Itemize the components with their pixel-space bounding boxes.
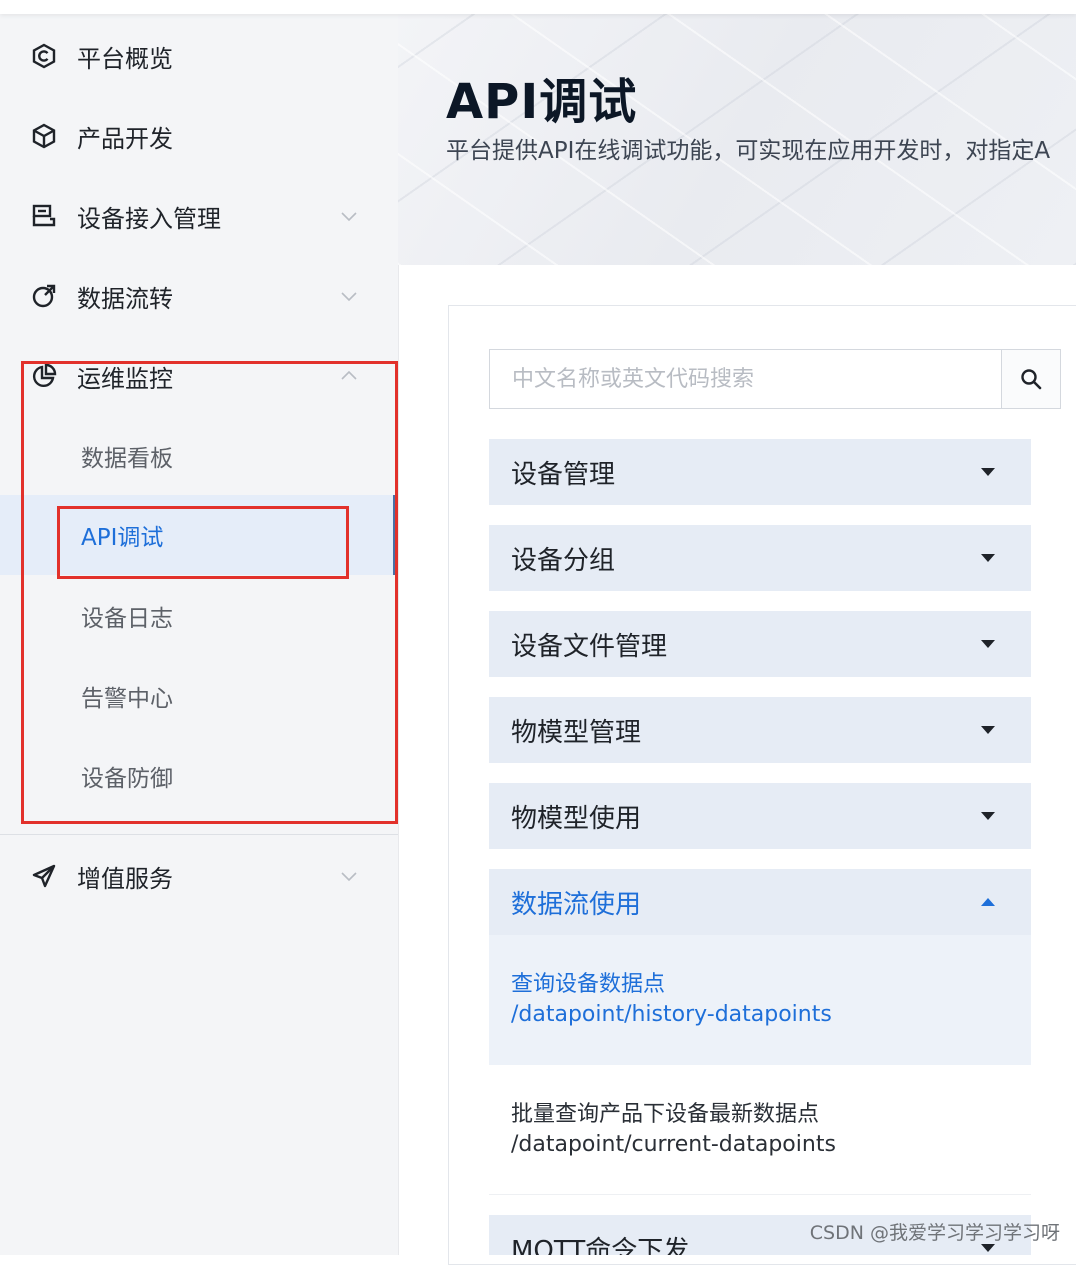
category-device-management[interactable]: 设备管理 (489, 439, 1031, 505)
category-label: 物模型使用 (511, 804, 642, 834)
search-icon (1021, 369, 1042, 390)
api-name: 查询设备数据点 (511, 972, 666, 997)
page-header: API调试 平台提供API在线调试功能，可实现在应用开发时，对指定A (398, 14, 1076, 265)
search-box (489, 349, 1061, 409)
sidebar-item-ops-monitoring[interactable]: 运维监控 (0, 336, 398, 416)
sidebar-divider (0, 834, 398, 835)
page-title: API调试 (446, 74, 638, 130)
sidebar-subitem-label: 数据看板 (81, 446, 173, 472)
chevron-down-icon (341, 872, 357, 882)
chevron-down-icon (341, 212, 357, 222)
paper-plane-icon (30, 862, 58, 890)
sidebar-subitem-label: 设备防御 (81, 766, 173, 792)
category-label: MQTT命令下发 (511, 1236, 690, 1255)
category-label: 数据流使用 (511, 890, 642, 920)
sidebar-item-label: 运维监控 (77, 364, 173, 393)
caret-down-icon (981, 640, 995, 648)
chevron-down-icon (341, 292, 357, 302)
sidebar-item-product-dev[interactable]: 产品开发 (0, 96, 398, 176)
sidebar-item-overview[interactable]: 平台概览 (0, 16, 398, 96)
api-item-current-datapoints[interactable]: 批量查询产品下设备最新数据点 /datapoint/current-datapo… (489, 1065, 1031, 1195)
chevron-up-icon (341, 370, 357, 380)
pie-chart-icon (30, 362, 58, 390)
caret-down-icon (981, 554, 995, 562)
api-name: 批量查询产品下设备最新数据点 (511, 1102, 820, 1127)
caret-down-icon (981, 1244, 995, 1252)
sidebar-item-value-added[interactable]: 增值服务 (0, 836, 398, 916)
sidebar-subitem-device-log[interactable]: 设备日志 (0, 576, 398, 656)
caret-down-icon (981, 812, 995, 820)
sidebar-item-label: 产品开发 (77, 124, 173, 153)
category-thing-model-usage[interactable]: 物模型使用 (489, 783, 1031, 849)
sidebar-subitem-alarm-center[interactable]: 告警中心 (0, 656, 398, 736)
data-flow-icon (30, 282, 58, 310)
sidebar-item-label: 数据流转 (77, 284, 173, 313)
category-label: 设备文件管理 (511, 632, 668, 662)
api-path: /datapoint/history-datapoints (511, 1002, 832, 1027)
sidebar-item-label: 平台概览 (77, 44, 173, 73)
category-data-stream-usage[interactable]: 数据流使用 (489, 869, 1031, 935)
api-path: /datapoint/current-datapoints (511, 1132, 836, 1157)
sidebar-subitem-device-defense[interactable]: 设备防御 (0, 736, 398, 816)
caret-down-icon (981, 468, 995, 476)
cube-icon (30, 122, 58, 150)
caret-up-icon (981, 898, 995, 906)
page-description: 平台提供API在线调试功能，可实现在应用开发时，对指定A (446, 138, 1051, 164)
category-thing-model-management[interactable]: 物模型管理 (489, 697, 1031, 763)
category-label: 设备分组 (511, 546, 616, 576)
sidebar-subitem-label: 告警中心 (81, 686, 173, 712)
sidebar-subitem-api-debug[interactable]: API调试 (0, 495, 398, 575)
category-label: 设备管理 (511, 460, 616, 490)
overview-icon (30, 42, 58, 70)
sidebar-subitem-label: 设备日志 (81, 606, 173, 632)
caret-down-icon (981, 726, 995, 734)
sidebar-subitem-data-dashboard[interactable]: 数据看板 (0, 416, 398, 496)
top-bar (0, 0, 1076, 14)
category-device-group[interactable]: 设备分组 (489, 525, 1031, 591)
sidebar-subitem-label: API调试 (81, 525, 164, 551)
api-item-history-datapoints[interactable]: 查询设备数据点 /datapoint/history-datapoints (489, 935, 1031, 1065)
category-label: 物模型管理 (511, 718, 642, 748)
sidebar-item-label: 增值服务 (77, 864, 173, 893)
watermark: CSDN @我爱学习学习学习呀 (809, 1222, 1060, 1244)
sidebar-item-device-access[interactable]: 设备接入管理 (0, 176, 398, 256)
search-button[interactable] (1001, 350, 1060, 408)
category-device-file-management[interactable]: 设备文件管理 (489, 611, 1031, 677)
device-access-icon (30, 202, 58, 230)
sidebar-item-label: 设备接入管理 (77, 204, 221, 233)
sidebar-item-data-flow[interactable]: 数据流转 (0, 256, 398, 336)
search-input[interactable] (490, 350, 1002, 408)
